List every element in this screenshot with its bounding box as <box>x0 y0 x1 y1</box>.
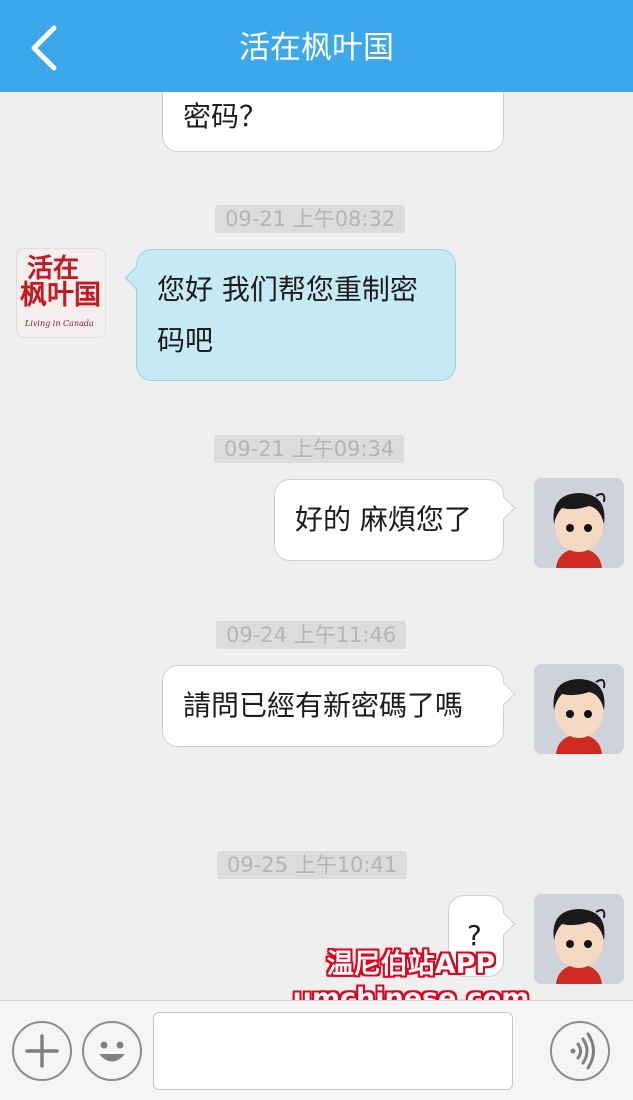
avatar-icon <box>534 478 624 568</box>
message-bubble-outgoing[interactable]: 密码？ <box>162 92 504 152</box>
brand-logo-subtitle: Living in Canada <box>25 319 94 328</box>
input-bar <box>0 1000 633 1100</box>
bubble-tail <box>124 266 148 290</box>
emoji-button[interactable] <box>82 1021 142 1081</box>
voice-button[interactable] <box>550 1021 610 1081</box>
user-avatar[interactable] <box>534 664 624 754</box>
sound-wave-icon <box>570 1032 595 1070</box>
message-text: 請問已經有新密碼了嗎 <box>183 689 464 722</box>
bubble-tail <box>492 912 516 936</box>
message-timestamp: 09-21 上午08:32 <box>215 205 406 233</box>
message-text: 您好 我们帮您重制密 <box>157 273 418 306</box>
chat-list[interactable]: 密码？ 09-21 上午08:32 活在 枫叶国 Living in Canad… <box>0 92 633 1000</box>
message-timestamp: 09-24 上午11:46 <box>216 621 407 649</box>
message-text: 码吧 <box>157 324 214 357</box>
page-title: 活在枫叶国 <box>239 30 394 66</box>
message-text: 好的 麻煩您了 <box>295 503 472 536</box>
message-input[interactable] <box>153 1012 513 1090</box>
message-timestamp: 09-21 上午09:34 <box>214 435 405 463</box>
user-avatar[interactable] <box>534 894 624 984</box>
brand-logo-text: 活在 <box>27 254 80 284</box>
message-bubble-outgoing[interactable]: 請問已經有新密碼了嗎 <box>162 665 516 747</box>
brand-avatar[interactable]: 活在 枫叶国 Living in Canada <box>16 248 106 338</box>
message-bubble-incoming[interactable]: 您好 我们帮您重制密 码吧 <box>124 249 456 381</box>
avatar-icon <box>534 664 624 754</box>
bubble-tail <box>492 682 516 706</box>
add-button[interactable] <box>12 1021 72 1081</box>
plus-icon <box>25 1034 59 1068</box>
message-text: ? <box>467 919 482 952</box>
message-timestamp: 09-25 上午10:41 <box>217 851 408 879</box>
smiley-icon <box>99 1041 125 1062</box>
brand-logo-text: 枫叶国 <box>20 280 101 311</box>
bubble-tail <box>492 496 516 520</box>
watermark-line: 温尼伯站APP <box>326 949 496 980</box>
message-text: 密码？ <box>183 100 268 133</box>
nav-header: 活在枫叶国 <box>0 0 633 92</box>
message-bubble-outgoing[interactable]: 好的 麻煩您了 <box>274 479 516 561</box>
avatar-icon <box>534 894 624 984</box>
user-avatar[interactable] <box>534 478 624 568</box>
